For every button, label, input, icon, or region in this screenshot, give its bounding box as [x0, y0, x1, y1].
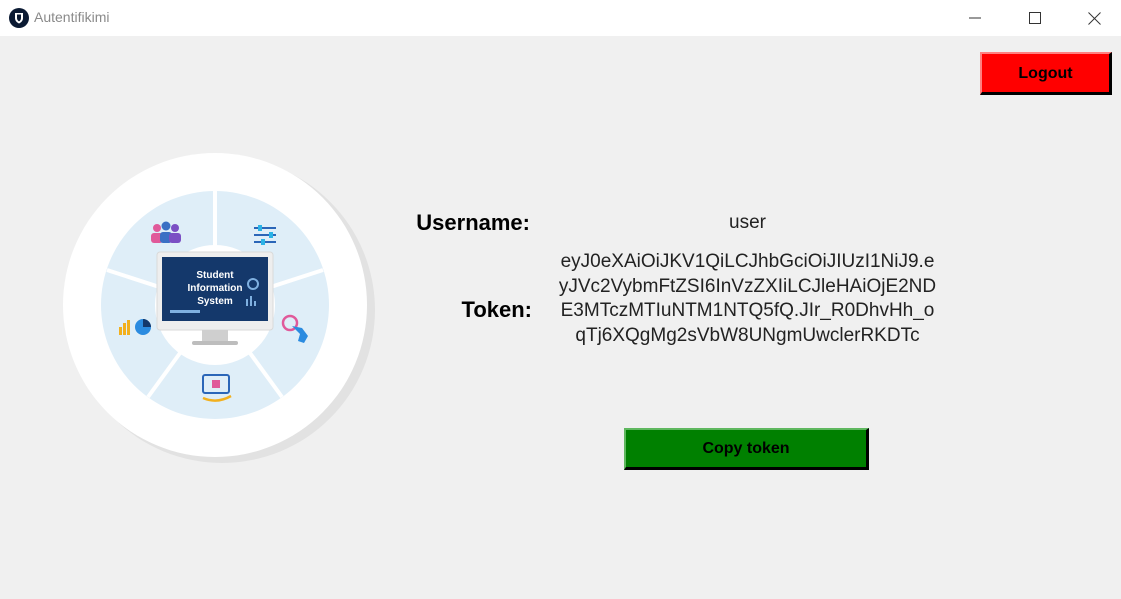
maximize-button[interactable] — [1012, 0, 1058, 36]
minimize-button[interactable] — [952, 0, 998, 36]
username-value: user — [729, 212, 766, 233]
minimize-icon — [969, 17, 981, 19]
screen-line-1: Student — [196, 270, 234, 281]
copy-token-button[interactable]: Copy token — [624, 428, 869, 470]
maximize-icon — [1029, 12, 1041, 24]
logout-button[interactable]: Logout — [980, 52, 1112, 95]
title-bar: Autentifikimi — [0, 0, 1121, 36]
close-button[interactable] — [1071, 0, 1117, 36]
close-icon — [1087, 11, 1101, 25]
student-information-system-illustration: Student Information System — [62, 150, 382, 470]
token-value: eyJ0eXAiOiJKV1QiLCJhbGciOiJIUzI1NiJ9.eyJ… — [558, 251, 937, 346]
screen-line-3: System — [197, 296, 233, 307]
sliders-icon — [254, 225, 276, 245]
shield-icon — [9, 8, 29, 28]
username-label: Username: — [416, 210, 530, 235]
token-label: Token: — [461, 297, 532, 322]
screen-line-2: Information — [188, 283, 243, 294]
window-title: Autentifikimi — [34, 9, 110, 25]
